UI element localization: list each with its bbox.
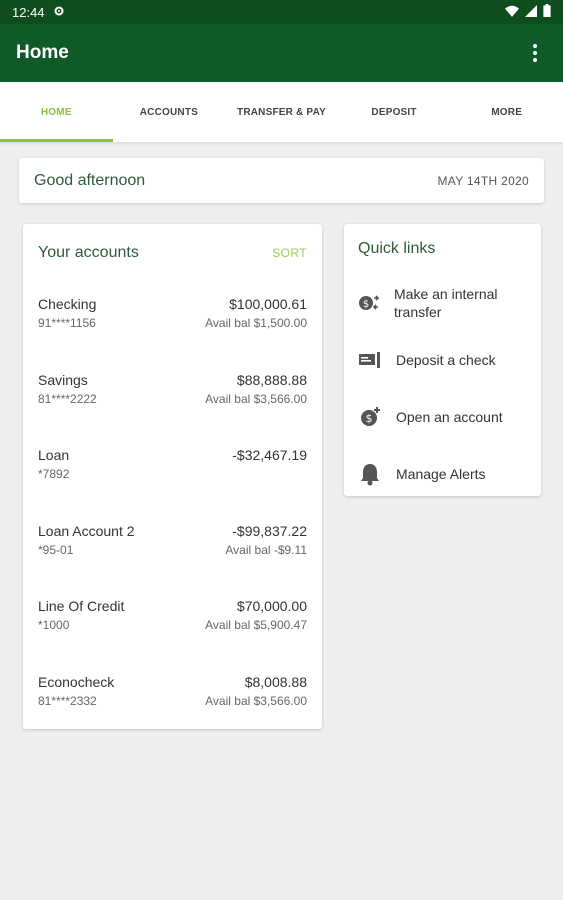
tab-deposit[interactable]: DEPOSIT bbox=[338, 82, 451, 142]
account-row[interactable]: Savings 81****2222 $88,888.88 Avail bal … bbox=[38, 342, 307, 418]
greeting-card: Good afternoon MAY 14TH 2020 bbox=[19, 158, 544, 203]
greeting-date: MAY 14TH 2020 bbox=[437, 173, 529, 188]
battery-icon bbox=[543, 4, 551, 20]
tab-accounts[interactable]: ACCOUNTS bbox=[113, 82, 226, 142]
check-deposit-icon bbox=[358, 348, 382, 372]
account-available-balance: Avail bal $3,566.00 bbox=[205, 693, 307, 708]
account-number: *1000 bbox=[38, 618, 70, 632]
account-row[interactable]: Checking 91****1156 $100,000.61 Avail ba… bbox=[38, 266, 307, 342]
account-number: 81****2222 bbox=[38, 391, 97, 406]
status-time: 12:44 bbox=[12, 4, 45, 20]
quick-link-deposit-check[interactable]: Deposit a check bbox=[358, 331, 527, 388]
settings-gear-icon bbox=[53, 5, 65, 20]
tab-bar: HOME ACCOUNTS TRANSFER & PAY DEPOSIT MOR… bbox=[0, 82, 563, 143]
quick-link-label: Open an account bbox=[396, 408, 503, 425]
account-name: Loan bbox=[38, 447, 70, 463]
account-available-balance: Avail bal -$9.11 bbox=[225, 542, 307, 557]
account-number: *7892 bbox=[38, 467, 70, 481]
wifi-icon bbox=[505, 5, 519, 20]
account-row[interactable]: Loan Account 2 *95-01 -$99,837.22 Avail … bbox=[38, 493, 307, 569]
signal-icon bbox=[525, 4, 537, 20]
account-balance: $100,000.61 bbox=[229, 296, 307, 312]
account-number: 81****2332 bbox=[38, 693, 97, 708]
account-row[interactable]: Line Of Credit *1000 $70,000.00 Avail ba… bbox=[38, 568, 307, 644]
account-number: 91****1156 bbox=[38, 316, 96, 330]
account-name: Loan Account 2 bbox=[38, 522, 135, 539]
account-row[interactable]: Loan *7892 -$32,467.19 bbox=[38, 417, 307, 493]
app-bar: Home bbox=[0, 24, 563, 82]
account-name: Checking bbox=[38, 296, 97, 312]
account-number: *95-01 bbox=[38, 542, 74, 557]
account-balance: $70,000.00 bbox=[236, 598, 307, 614]
account-name: Savings bbox=[38, 371, 88, 388]
svg-text:$: $ bbox=[363, 299, 369, 310]
account-balance: $88,888.88 bbox=[236, 371, 307, 388]
quick-links-card: Quick links $ Make an internal transfer … bbox=[344, 224, 541, 496]
quick-links-title: Quick links bbox=[358, 240, 436, 257]
bell-icon bbox=[358, 462, 382, 486]
status-bar: 12:44 bbox=[0, 0, 563, 24]
quick-link-internal-transfer[interactable]: $ Make an internal transfer bbox=[358, 274, 527, 331]
account-row[interactable]: Econocheck 81****2332 $8,008.88 Avail ba… bbox=[38, 644, 307, 720]
tab-transfer-pay[interactable]: TRANSFER & PAY bbox=[225, 82, 338, 142]
account-available-balance: Avail bal $1,500.00 bbox=[205, 316, 307, 330]
accounts-header: Your accounts SORT bbox=[38, 240, 307, 266]
page-title: Home bbox=[16, 42, 69, 63]
account-balance: -$32,467.19 bbox=[232, 447, 307, 463]
account-available-balance: Avail bal $5,900.47 bbox=[205, 618, 307, 632]
tab-more[interactable]: MORE bbox=[450, 82, 563, 142]
account-balance: $8,008.88 bbox=[244, 673, 307, 690]
greeting-text: Good afternoon bbox=[34, 171, 146, 189]
quick-link-open-account[interactable]: $ Open an account bbox=[358, 388, 527, 445]
account-available-balance: Avail bal $3,566.00 bbox=[205, 391, 307, 406]
quick-link-label: Deposit a check bbox=[396, 351, 496, 368]
account-name: Econocheck bbox=[38, 673, 115, 690]
svg-text:$: $ bbox=[366, 412, 373, 425]
accounts-card: Your accounts SORT Checking 91****1156 $… bbox=[23, 224, 322, 729]
overflow-menu-icon[interactable] bbox=[523, 38, 547, 68]
tab-home[interactable]: HOME bbox=[0, 82, 113, 142]
accounts-title: Your accounts bbox=[38, 244, 139, 261]
quick-link-manage-alerts[interactable]: Manage Alerts bbox=[358, 445, 527, 502]
account-balance: -$99,837.22 bbox=[232, 522, 307, 539]
quick-link-label: Manage Alerts bbox=[396, 465, 486, 482]
open-account-icon: $ bbox=[358, 405, 382, 429]
quick-link-label: Make an internal transfer bbox=[394, 285, 498, 320]
transfer-icon: $ bbox=[358, 291, 380, 315]
account-name: Line Of Credit bbox=[38, 598, 125, 614]
sort-button[interactable]: SORT bbox=[272, 246, 307, 260]
